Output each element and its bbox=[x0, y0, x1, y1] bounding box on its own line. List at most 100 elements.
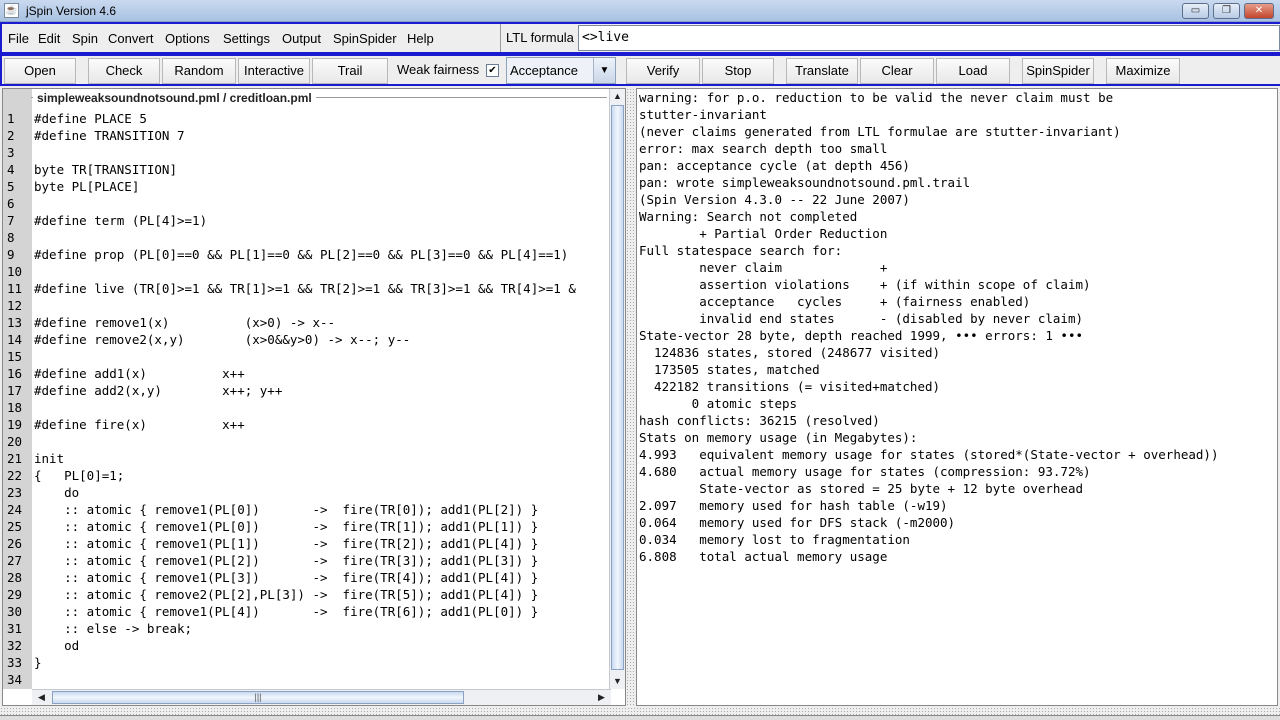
line-number: 21 bbox=[7, 451, 23, 466]
code-line: 15 bbox=[3, 348, 611, 365]
output-line: 4.993 equivalent memory usage for states… bbox=[639, 447, 1219, 462]
line-number: 4 bbox=[7, 162, 15, 177]
menu-settings[interactable]: Settings bbox=[223, 31, 270, 46]
line-number: 2 bbox=[7, 128, 15, 143]
code-text: { PL[0]=1; bbox=[34, 468, 125, 483]
output-line: 2.097 memory used for hash table (-w19) bbox=[639, 498, 948, 513]
output-line: stutter-invariant bbox=[639, 107, 767, 122]
code-line: 5 byte PL[PLACE] bbox=[3, 178, 611, 195]
line-number: 14 bbox=[7, 332, 23, 347]
line-number: 9 bbox=[7, 247, 15, 262]
editor-horizontal-scrollbar[interactable]: ◀ ||| ▶ bbox=[32, 689, 611, 705]
editor-vertical-scrollbar[interactable]: ▲ ▼ bbox=[609, 89, 625, 689]
interactive-button[interactable]: Interactive bbox=[238, 58, 310, 84]
restore-button[interactable]: ❐ bbox=[1213, 3, 1240, 19]
editor-vertical-thumb[interactable] bbox=[611, 105, 624, 670]
code-line: 13 #define remove1(x) (x>0) -> x-- bbox=[3, 314, 611, 331]
weak-fairness-checkbox[interactable]: ✔ bbox=[486, 64, 499, 77]
toolbar: Open Check Random Interactive Trail Weak… bbox=[0, 54, 1280, 86]
random-button[interactable]: Random bbox=[162, 58, 236, 84]
line-number: 19 bbox=[7, 417, 23, 432]
maximize-button[interactable]: Maximize bbox=[1106, 58, 1180, 84]
code-line: 21 init bbox=[3, 450, 611, 467]
code-text: #define remove1(x) (x>0) -> x-- bbox=[34, 315, 336, 330]
line-number: 29 bbox=[7, 587, 23, 602]
line-number: 1 bbox=[7, 111, 15, 126]
code-text: :: atomic { remove1(PL[0]) -> fire(TR[1]… bbox=[34, 519, 539, 534]
output-line: 422182 transitions (= visited+matched) bbox=[639, 379, 941, 394]
menu-convert[interactable]: Convert bbox=[108, 31, 154, 46]
scroll-up-icon[interactable]: ▲ bbox=[610, 89, 625, 104]
vertical-split-divider[interactable] bbox=[626, 88, 636, 706]
stop-button[interactable]: Stop bbox=[702, 58, 774, 84]
code-line: 10 bbox=[3, 263, 611, 280]
output-line: never claim + bbox=[639, 260, 888, 275]
editor-file-title: simpleweaksoundnotsound.pml / creditloan… bbox=[33, 89, 316, 107]
line-number: 34 bbox=[7, 672, 23, 687]
menu-file[interactable]: File bbox=[8, 31, 29, 46]
verification-output-text[interactable]: warning: for p.o. reduction to be valid … bbox=[638, 89, 1218, 565]
horizontal-split-divider[interactable] bbox=[0, 707, 1280, 715]
chevron-down-icon[interactable]: ▼ bbox=[593, 58, 615, 83]
code-line: 29 :: atomic { remove2(PL[2],PL[3]) -> f… bbox=[3, 586, 611, 603]
open-button[interactable]: Open bbox=[4, 58, 76, 84]
minimize-button[interactable]: ▭ bbox=[1182, 3, 1209, 19]
menu-edit[interactable]: Edit bbox=[38, 31, 60, 46]
clear-button[interactable]: Clear bbox=[860, 58, 934, 84]
code-text: #define PLACE 5 bbox=[34, 111, 147, 126]
line-number: 32 bbox=[7, 638, 23, 653]
output-line: Full statespace search for: bbox=[639, 243, 843, 258]
code-line: 30 :: atomic { remove1(PL[4]) -> fire(TR… bbox=[3, 603, 611, 620]
output-line: State-vector 28 byte, depth reached 1999… bbox=[639, 328, 1084, 343]
output-line: + Partial Order Reduction bbox=[639, 226, 888, 241]
code-line: 27 :: atomic { remove1(PL[2]) -> fire(TR… bbox=[3, 552, 611, 569]
code-line: 26 :: atomic { remove1(PL[1]) -> fire(TR… bbox=[3, 535, 611, 552]
code-text: #define add2(x,y) x++; y++ bbox=[34, 383, 283, 398]
minimize-icon: ▭ bbox=[1190, 5, 1201, 16]
line-number: 13 bbox=[7, 315, 23, 330]
check-button[interactable]: Check bbox=[88, 58, 160, 84]
editor-pane: simpleweaksoundnotsound.pml / creditloan… bbox=[2, 88, 626, 706]
menu-help[interactable]: Help bbox=[407, 31, 434, 46]
menu-output[interactable]: Output bbox=[282, 31, 321, 46]
scroll-down-icon[interactable]: ▼ bbox=[610, 674, 625, 689]
close-button[interactable]: ✕ bbox=[1244, 3, 1274, 19]
trail-button[interactable]: Trail bbox=[312, 58, 388, 84]
ltl-formula-input[interactable]: <>live bbox=[578, 25, 1280, 51]
code-text: #define remove2(x,y) (x>0&&y>0) -> x--; … bbox=[34, 332, 411, 347]
line-number: 10 bbox=[7, 264, 23, 279]
scroll-right-icon[interactable]: ▶ bbox=[594, 690, 609, 705]
code-line: 17 #define add2(x,y) x++; y++ bbox=[3, 382, 611, 399]
menu-spinspider[interactable]: SpinSpider bbox=[333, 31, 397, 46]
line-number: 23 bbox=[7, 485, 23, 500]
line-number: 5 bbox=[7, 179, 15, 194]
load-button[interactable]: Load bbox=[936, 58, 1010, 84]
verification-mode-select[interactable]: Acceptance ▼ bbox=[506, 57, 616, 84]
code-text: :: atomic { remove2(PL[2],PL[3]) -> fire… bbox=[34, 587, 539, 602]
line-number: 15 bbox=[7, 349, 23, 364]
code-line: 25 :: atomic { remove1(PL[0]) -> fire(TR… bbox=[3, 518, 611, 535]
output-line: (Spin Version 4.3.0 -- 22 June 2007) bbox=[639, 192, 910, 207]
output-line: 124836 states, stored (248677 visited) bbox=[639, 345, 941, 360]
line-number: 16 bbox=[7, 366, 23, 381]
menu-spin[interactable]: Spin bbox=[72, 31, 98, 46]
output-line: 0 atomic steps bbox=[639, 396, 798, 411]
spinspider-button[interactable]: SpinSpider bbox=[1022, 58, 1094, 84]
source-code-editor[interactable]: 1 #define PLACE 5 2 #define TRANSITION 734b… bbox=[3, 110, 611, 692]
output-line: pan: acceptance cycle (at depth 456) bbox=[639, 158, 910, 173]
code-text: :: atomic { remove1(PL[2]) -> fire(TR[3]… bbox=[34, 553, 539, 568]
menu-options[interactable]: Options bbox=[165, 31, 210, 46]
editor-horizontal-thumb[interactable]: ||| bbox=[52, 691, 464, 704]
line-number: 33 bbox=[7, 655, 23, 670]
code-line: 4 byte TR[TRANSITION] bbox=[3, 161, 611, 178]
close-icon: ✕ bbox=[1254, 5, 1264, 16]
window-titlebar: ☕ jSpin Version 4.6 ▭ ❐ ✕ bbox=[0, 0, 1280, 22]
scroll-left-icon[interactable]: ◀ bbox=[34, 690, 49, 705]
status-bar bbox=[0, 715, 1280, 720]
code-text: :: atomic { remove1(PL[0]) -> fire(TR[0]… bbox=[34, 502, 539, 517]
translate-button[interactable]: Translate bbox=[786, 58, 858, 84]
line-number: 11 bbox=[7, 281, 23, 296]
verify-button[interactable]: Verify bbox=[626, 58, 700, 84]
code-text: } bbox=[34, 655, 42, 670]
code-text: do bbox=[34, 485, 80, 500]
